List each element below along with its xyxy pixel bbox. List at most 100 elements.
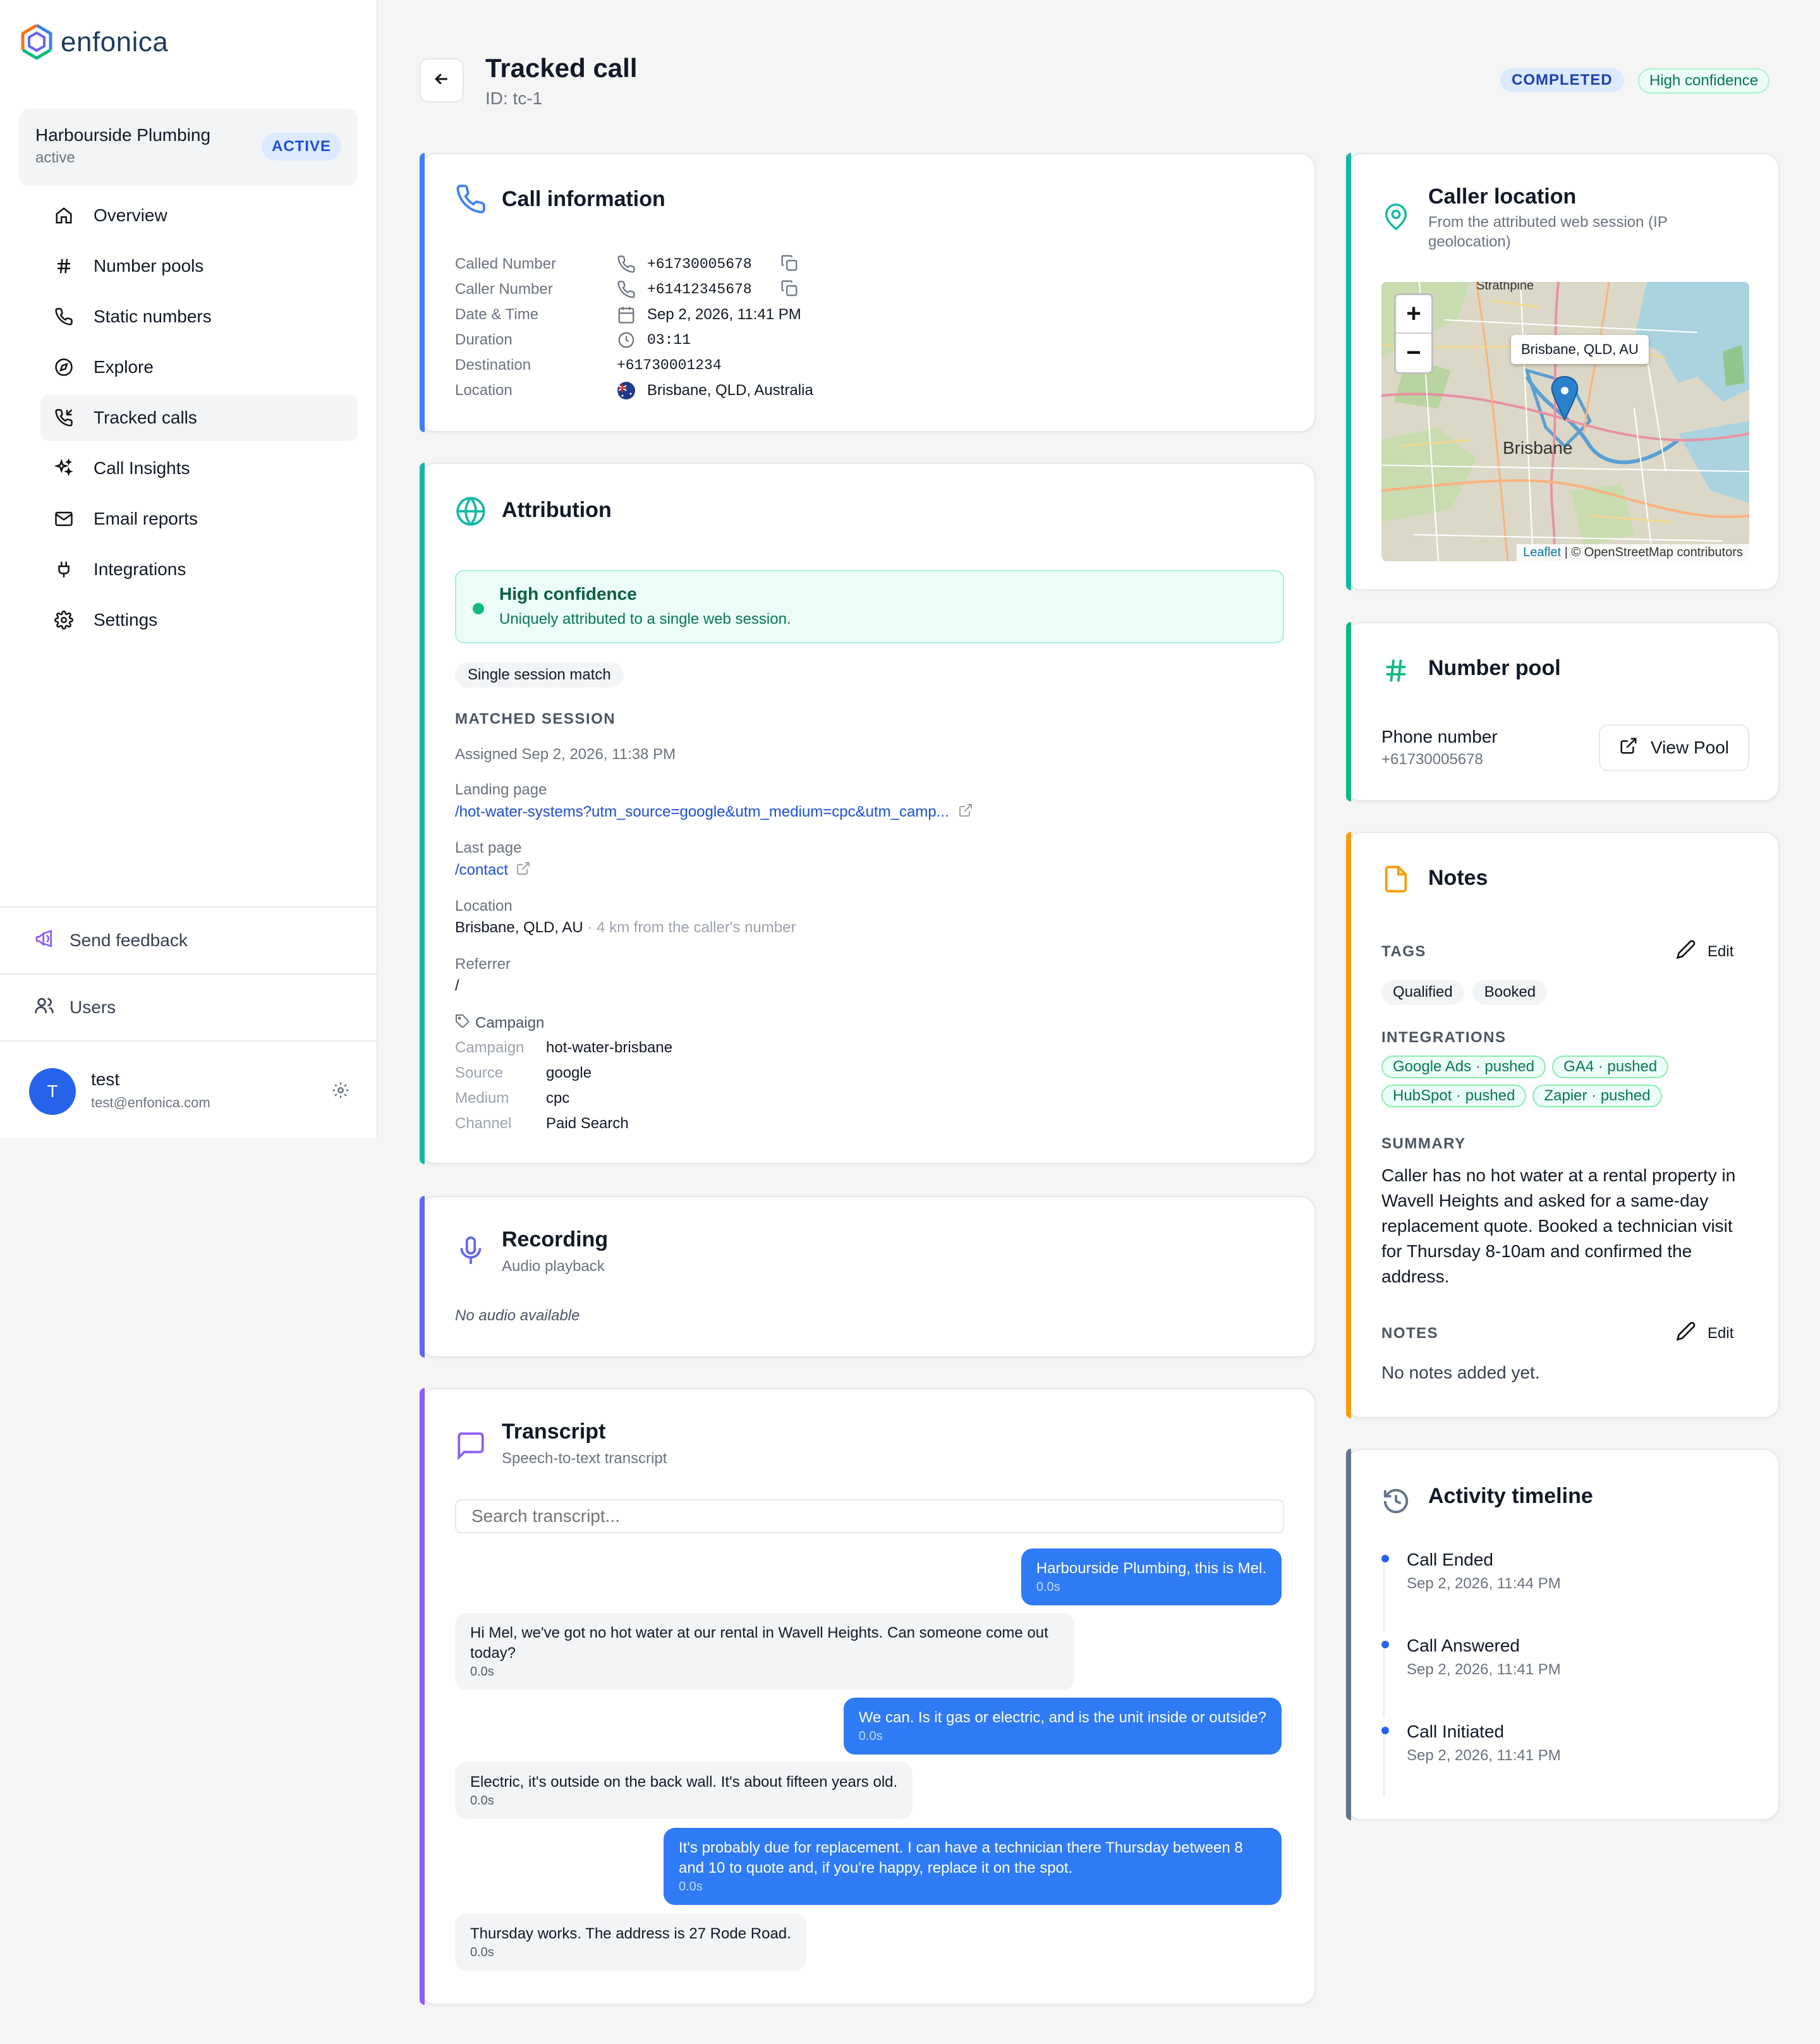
recording-card: Recording Audio playback No audio availa…	[420, 1196, 1316, 1358]
map-tiles: Strathpine Brisbane	[1381, 282, 1749, 561]
sidebar-item-label: Email reports	[94, 509, 198, 528]
transcript-search-input[interactable]	[455, 1499, 1284, 1533]
australia-flag-icon	[617, 381, 638, 400]
summary-heading: SUMMARY	[1381, 1135, 1466, 1152]
hash-icon	[53, 255, 75, 277]
user-profile: T test test@enfonica.com	[0, 1040, 378, 1138]
activity-timeline-card: Activity timeline Call Ended Sep 2, 2026…	[1346, 1449, 1780, 1820]
external-link-icon	[1619, 736, 1638, 760]
confidence-panel: High confidence Uniquely attributed to a…	[455, 570, 1284, 643]
card-title: Notes	[1428, 866, 1488, 890]
page-title: Tracked call	[485, 53, 638, 83]
confidence-badge: High confidence	[1638, 68, 1770, 94]
number-pool-card: Number pool Phone number +61730005678 Vi…	[1346, 622, 1780, 801]
medium-row: Medium cpc	[455, 1090, 570, 1107]
no-audio-message: No audio available	[455, 1307, 580, 1324]
call-information-card: Call information Called Number +61730005…	[420, 153, 1316, 432]
mail-icon	[53, 508, 75, 530]
copy-icon[interactable]	[780, 253, 799, 276]
globe-icon	[455, 496, 487, 530]
users-link[interactable]: Users	[0, 973, 378, 1040]
card-title: Call information	[502, 187, 665, 211]
send-feedback-label: Send feedback	[70, 930, 188, 950]
sidebar-item-explore[interactable]: Explore	[40, 344, 358, 391]
zoom-out-button[interactable]: −	[1396, 334, 1431, 372]
view-pool-button[interactable]: View Pool	[1599, 724, 1749, 771]
tags-heading: TAGS	[1381, 943, 1426, 960]
status-dot	[473, 603, 484, 614]
sidebar-item-label: Overview	[94, 205, 167, 225]
sidebar-item-number-pools[interactable]: Number pools	[40, 243, 358, 289]
card-title: Recording	[502, 1227, 609, 1251]
sidebar-item-email-reports[interactable]: Email reports	[40, 496, 358, 542]
copy-icon[interactable]	[780, 279, 799, 301]
transcript-message-agent: Harbourside Plumbing, this is Mel. 0.0s	[1021, 1548, 1282, 1605]
tag-chip: Qualified	[1381, 980, 1464, 1005]
sidebar-item-static-numbers[interactable]: Static numbers	[40, 293, 358, 340]
campaign-heading: Campaign	[455, 1014, 544, 1032]
avatar[interactable]: T	[29, 1068, 76, 1115]
sidebar-item-call-insights[interactable]: Call Insights	[40, 445, 358, 492]
integration-chip: Google Ads · pushed	[1381, 1055, 1546, 1078]
edit-notes-button[interactable]: Edit	[1676, 1321, 1733, 1346]
gear-icon[interactable]	[331, 1081, 350, 1103]
duration-row: Duration 03:11	[455, 331, 691, 348]
back-button[interactable]	[420, 58, 464, 102]
location-map[interactable]: Strathpine Brisbane + − Brisbane, QLD, A…	[1381, 282, 1749, 561]
destination-row: Destination +61730001234	[455, 356, 722, 374]
last-page-link[interactable]: /contact	[455, 861, 531, 879]
transcript-message-agent: We can. Is it gas or electric, and is th…	[843, 1698, 1282, 1755]
timeline-dot	[1381, 1641, 1389, 1648]
transcript-card: Transcript Speech-to-text transcript Har…	[420, 1388, 1316, 2005]
card-subtitle: Audio playback	[502, 1258, 605, 1275]
users-icon	[34, 995, 54, 1020]
confidence-subtitle: Uniquely attributed to a single web sess…	[499, 611, 791, 628]
org-status-badge: ACTIVE	[261, 133, 341, 161]
referrer-value: /	[455, 977, 459, 994]
timeline-connector	[1383, 1561, 1385, 1632]
landing-page-link[interactable]: /hot-water-systems?utm_source=google&utm…	[455, 803, 973, 821]
sidebar-item-overview[interactable]: Overview	[40, 192, 358, 239]
org-switcher[interactable]: Harbourside Plumbing active ACTIVE	[19, 109, 358, 186]
external-link-icon	[958, 803, 973, 821]
landing-page-label: Landing page	[455, 781, 547, 798]
matched-session-heading: MATCHED SESSION	[455, 710, 616, 727]
integration-list: Google Ads · pushed GA4 · pushed HubSpot …	[1381, 1055, 1761, 1114]
transcript-message-caller: Hi Mel, we've got no hot water at our re…	[455, 1613, 1074, 1690]
microphone-icon	[455, 1235, 487, 1270]
phone-number-label: Phone number	[1381, 727, 1498, 746]
card-title: Caller location	[1428, 185, 1577, 209]
brand-logo[interactable]: enfonica	[19, 23, 168, 62]
hash-icon	[1381, 656, 1410, 688]
map-suburb-label: Strathpine	[1476, 282, 1534, 293]
sidebar-nav: Overview Number pools Static numbers Exp…	[40, 192, 358, 647]
sidebar-item-label: Tracked calls	[94, 408, 197, 427]
sidebar-item-tracked-calls[interactable]: Tracked calls	[40, 394, 358, 441]
calendar-icon	[617, 305, 638, 324]
notes-card: Notes TAGS Edit Qualified Booked INTEGRAT…	[1346, 832, 1780, 1418]
call-summary: Caller has no hot water at a rental prop…	[1381, 1165, 1736, 1286]
source-row: Source google	[455, 1064, 592, 1081]
caller-location-card: Caller location From the attributed web …	[1346, 153, 1780, 590]
sidebar-item-settings[interactable]: Settings	[40, 597, 358, 643]
leaflet-link[interactable]: Leaflet	[1523, 545, 1561, 559]
caller-number-row: Caller Number +61412345678	[455, 278, 799, 301]
send-feedback-button[interactable]: Send feedback	[0, 906, 378, 973]
phone-icon	[617, 280, 638, 299]
transcript-message-caller: Thursday works. The address is 27 Rode R…	[455, 1914, 806, 1971]
zoom-in-button[interactable]: +	[1396, 295, 1431, 334]
user-name: test	[91, 1069, 120, 1089]
sidebar-item-label: Call Insights	[94, 458, 190, 478]
external-link-icon	[516, 861, 531, 879]
edit-tags-button[interactable]: Edit	[1676, 939, 1733, 964]
pencil-icon	[1676, 1321, 1696, 1346]
timeline-dot	[1381, 1727, 1389, 1734]
home-icon	[53, 205, 75, 226]
history-icon	[1381, 1487, 1410, 1519]
integration-chip: GA4 · pushed	[1552, 1055, 1669, 1078]
sidebar-item-integrations[interactable]: Integrations	[40, 546, 358, 593]
enfonica-logo-icon	[21, 23, 52, 60]
sidebar-item-label: Integrations	[94, 559, 186, 579]
timeline-dot	[1381, 1555, 1389, 1562]
timeline-connector	[1383, 1733, 1385, 1796]
